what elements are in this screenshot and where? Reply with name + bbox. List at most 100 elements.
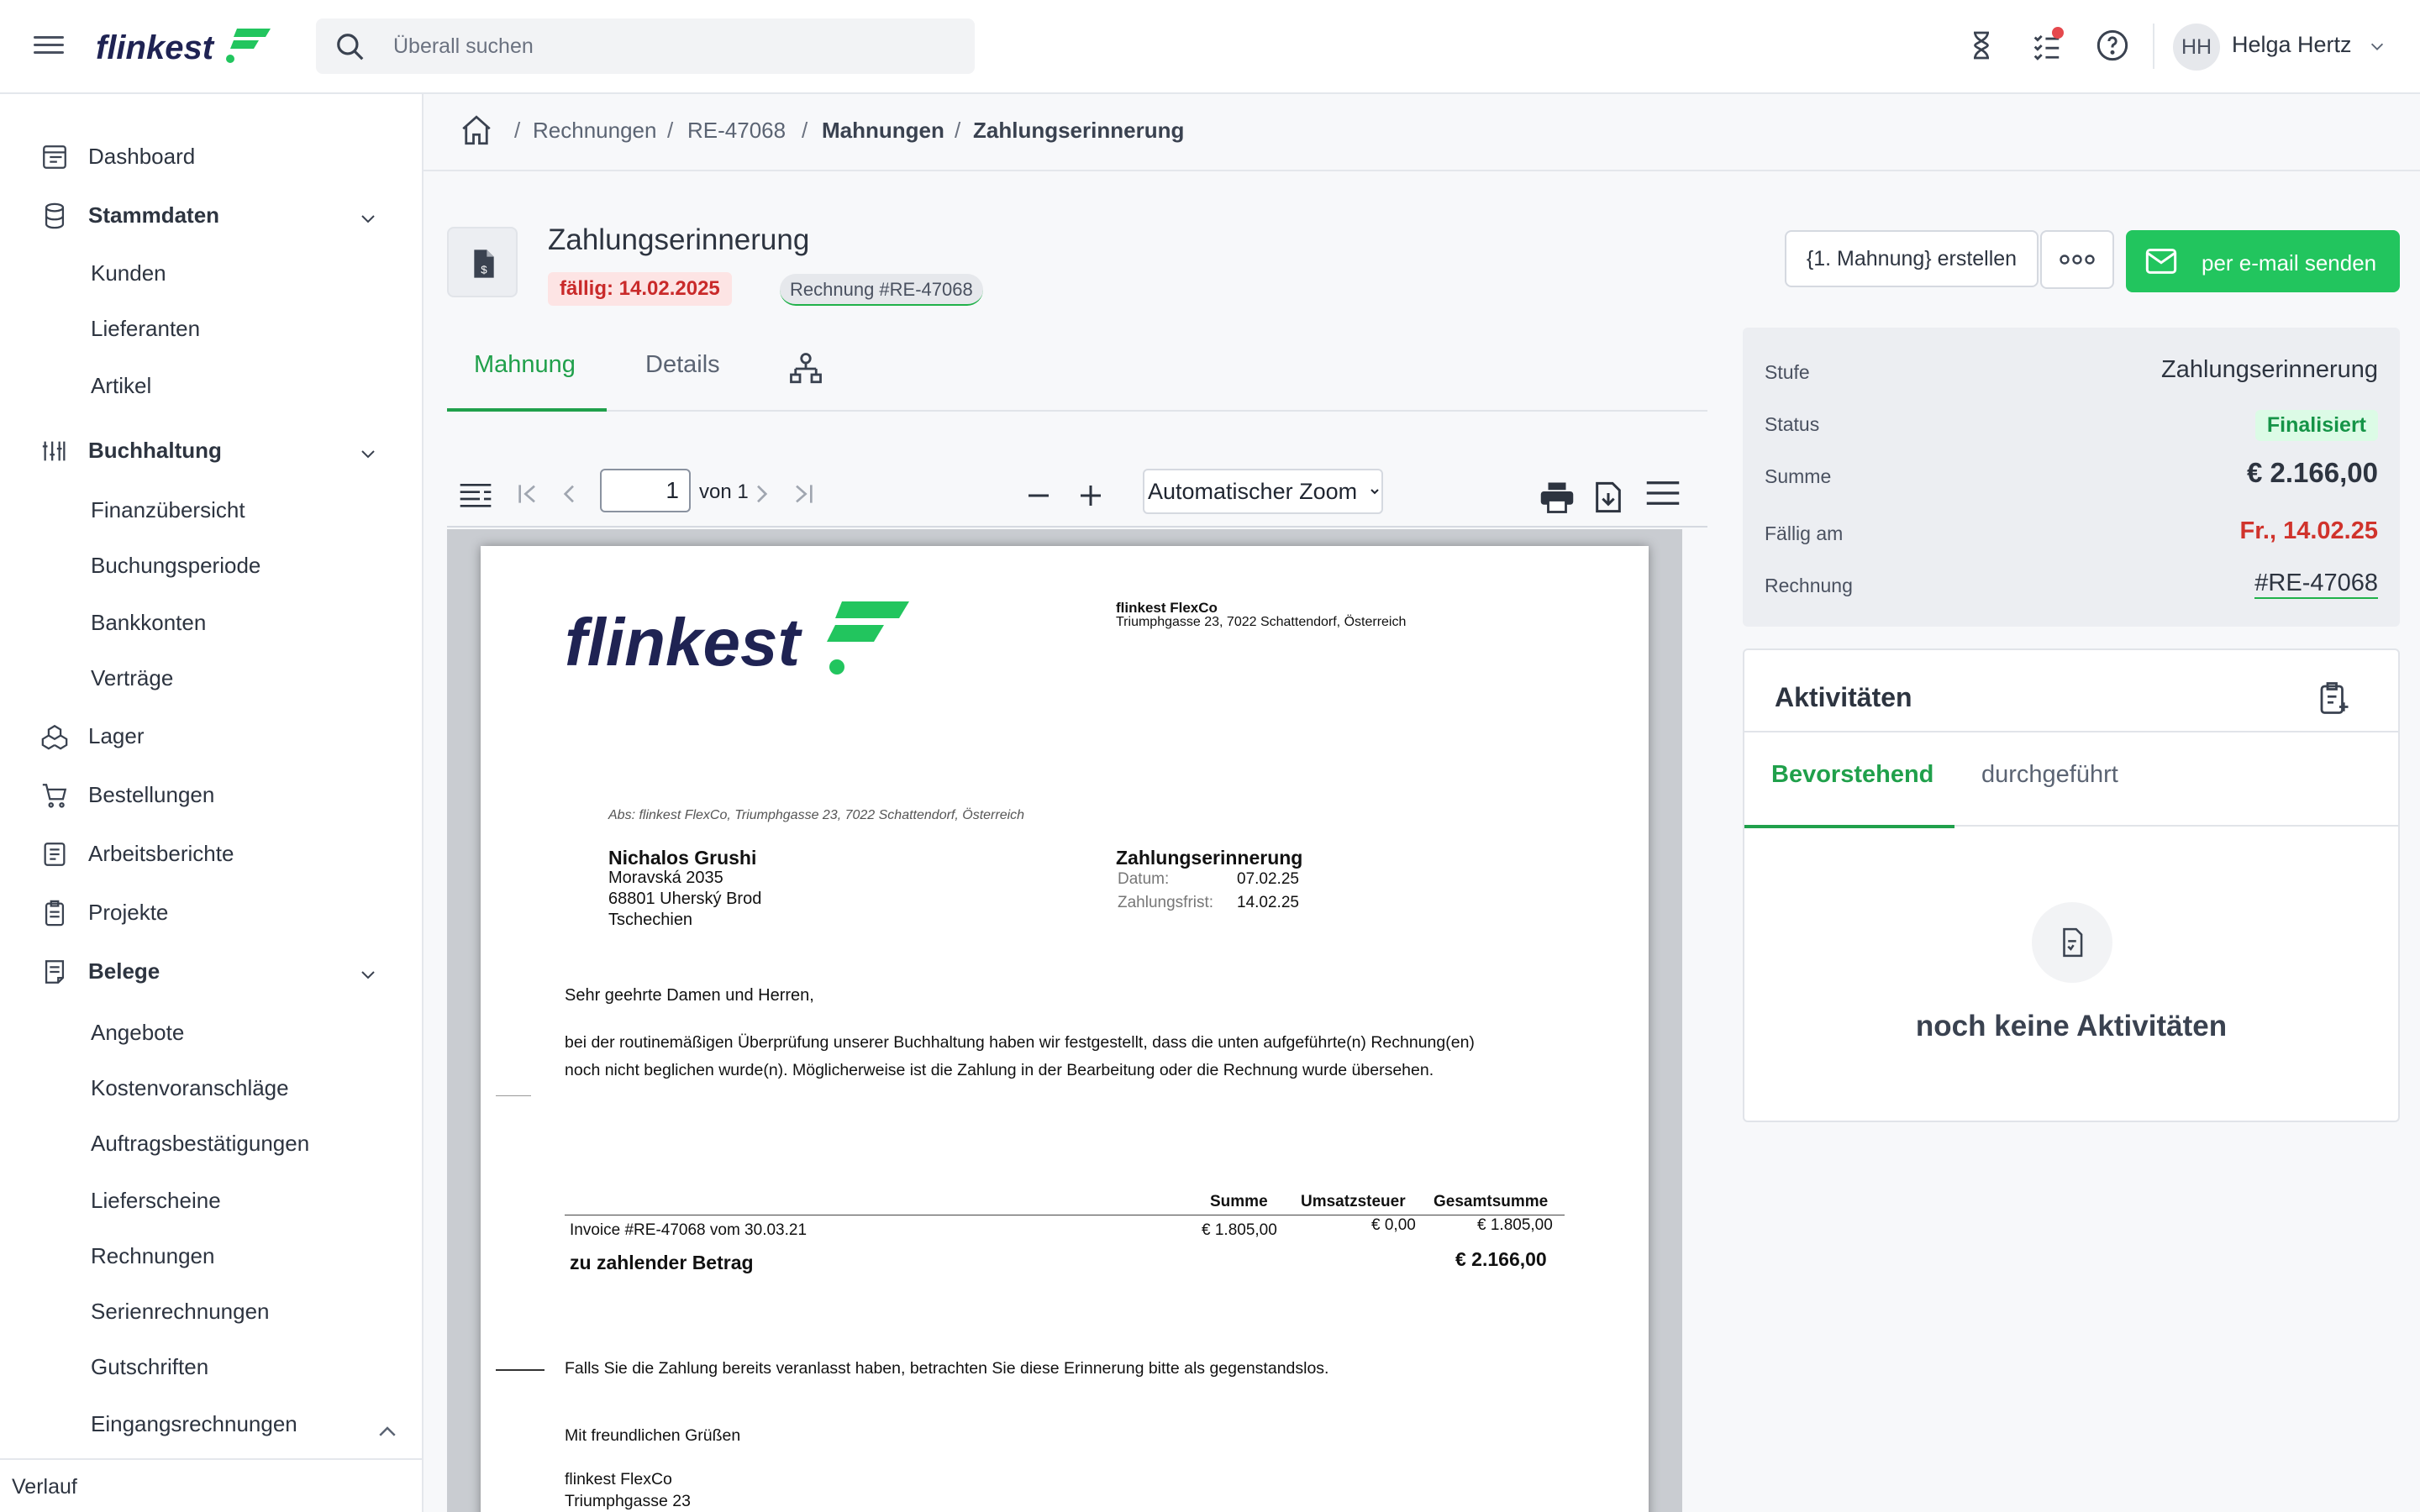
sidebar-item-serienrechnungen[interactable]: Serienrechnungen xyxy=(0,1287,422,1334)
sidebar-item-rechnungen[interactable]: Rechnungen xyxy=(0,1231,422,1278)
print-icon[interactable] xyxy=(1539,480,1575,514)
help-icon[interactable] xyxy=(2092,25,2133,66)
tab-durchgefuehrt[interactable]: durchgeführt xyxy=(1981,761,2118,789)
more-options-button[interactable] xyxy=(2040,230,2114,289)
page-count: von 1 xyxy=(699,480,749,503)
receipt-icon xyxy=(45,960,65,984)
download-icon[interactable] xyxy=(1593,480,1623,514)
sidebar-item-lieferanten[interactable]: Lieferanten xyxy=(0,304,422,351)
hourglass-icon[interactable] xyxy=(1961,25,2002,66)
previous-page-icon[interactable] xyxy=(556,480,583,507)
flinkest-logo[interactable]: flinkest xyxy=(94,22,279,72)
tasks-icon[interactable] xyxy=(2027,25,2067,66)
sidebar-item-label: Auftragsbestätigungen xyxy=(91,1131,310,1156)
sidebar: Dashboard Stammdaten Kunden Lieferanten … xyxy=(0,94,424,1512)
chevron-up-icon[interactable] xyxy=(375,1420,400,1445)
sliders-icon xyxy=(42,441,66,461)
sidebar-item-stammdaten[interactable]: Stammdaten xyxy=(0,190,422,240)
sidebar-item-vertraege[interactable]: Verträge xyxy=(0,654,422,701)
clipboard-icon xyxy=(45,900,65,927)
search-bar[interactable] xyxy=(316,18,975,74)
sidebar-item-artikel[interactable]: Artikel xyxy=(0,361,422,408)
home-icon[interactable] xyxy=(459,113,494,148)
summary-row-status: Status Finalisiert xyxy=(1743,398,2400,450)
sidebar-item-buchungsperiode[interactable]: Buchungsperiode xyxy=(0,541,422,588)
breadcrumb-rechnungen[interactable]: Rechnungen xyxy=(533,118,656,144)
pdf-viewer[interactable]: flinkest flinkest FlexCo Triumphgasse 23… xyxy=(447,529,1682,1512)
chevron-down-icon[interactable] xyxy=(358,964,378,984)
chevron-down-icon[interactable] xyxy=(358,444,378,464)
menu-icon[interactable] xyxy=(34,32,64,62)
summary-row-rechnung: Rechnung #RE-47068 xyxy=(1743,559,2400,612)
cart-icon xyxy=(42,784,67,808)
sidebar-item-label: Artikel xyxy=(91,373,152,398)
breadcrumb-separator: / xyxy=(667,118,674,143)
send-email-button[interactable]: per e-mail senden xyxy=(2126,230,2400,292)
sidebar-item-label: Eingangsrechnungen xyxy=(91,1411,297,1436)
sidebar-item-arbeitsberichte[interactable]: Arbeitsberichte xyxy=(0,828,422,879)
sidebar-item-lager[interactable]: Lager xyxy=(0,711,422,761)
breadcrumb-current: Zahlungserinnerung xyxy=(973,118,1185,143)
table-row-sum: € 1.805,00 xyxy=(1202,1221,1277,1239)
sidebar-item-auftragsbestaetigungen[interactable]: Auftragsbestätigungen xyxy=(0,1119,422,1166)
sidebar-item-finanzuebersicht[interactable]: Finanzübersicht xyxy=(0,486,422,533)
report-icon xyxy=(44,843,66,866)
notification-dot xyxy=(2052,27,2064,39)
sidebar-item-kunden[interactable]: Kunden xyxy=(0,249,422,296)
date-value: 07.02.25 xyxy=(1237,870,1299,888)
sidebar-item-label: Rechnungen xyxy=(91,1243,215,1268)
tab-mahnung[interactable]: Mahnung xyxy=(474,351,576,379)
company-address: Triumphgasse 23, 7022 Schattendorf, Öste… xyxy=(1116,615,1407,629)
chevron-down-icon[interactable] xyxy=(2368,37,2386,55)
history-toggle[interactable]: Verlauf xyxy=(0,1458,422,1512)
tools-menu-icon[interactable] xyxy=(1645,479,1681,507)
sidebar-item-label: Lager xyxy=(88,722,145,748)
sidebar-item-label: Buchungsperiode xyxy=(91,553,261,578)
chevron-down-icon[interactable] xyxy=(358,208,378,228)
sidebar-item-bestellungen[interactable]: Bestellungen xyxy=(0,769,422,820)
svg-text:flinkest: flinkest xyxy=(96,29,215,66)
next-page-icon[interactable] xyxy=(748,480,775,507)
sidebar-item-projekte[interactable]: Projekte xyxy=(0,887,422,937)
tab-bevorstehend[interactable]: Bevorstehend xyxy=(1771,761,1933,789)
sidebar-item-label: Arbeitsberichte xyxy=(88,840,234,866)
sidebar-item-bankkonten[interactable]: Bankkonten xyxy=(0,598,422,645)
greeting: Sehr geehrte Damen und Herren, xyxy=(565,986,814,1005)
page-number-input[interactable] xyxy=(600,469,691,512)
sidebar-item-angebote[interactable]: Angebote xyxy=(0,1008,422,1055)
breadcrumb-invoice[interactable]: RE-47068 xyxy=(687,118,786,144)
company-name: flinkest FlexCo xyxy=(1116,600,1218,616)
document-title: Zahlungserinnerung xyxy=(1116,847,1303,869)
invoice-link[interactable]: #RE-47068 xyxy=(2254,570,2378,599)
sidebar-item-gutschriften[interactable]: Gutschriften xyxy=(0,1342,422,1389)
first-page-icon[interactable] xyxy=(514,480,541,507)
sidebar-item-label: Verträge xyxy=(91,665,174,690)
sidebar-item-belege[interactable]: Belege xyxy=(0,946,422,996)
activities-title: Aktivitäten xyxy=(1775,682,1912,712)
zoom-in-icon[interactable] xyxy=(1076,480,1106,511)
search-input[interactable] xyxy=(393,18,948,74)
breadcrumb-mahnungen[interactable]: Mahnungen xyxy=(822,118,944,144)
divider xyxy=(2153,24,2154,69)
sidebar-item-label: Kunden xyxy=(91,260,166,286)
avatar[interactable]: HH xyxy=(2173,24,2220,71)
hierarchy-icon[interactable] xyxy=(788,351,823,386)
tab-details[interactable]: Details xyxy=(645,351,720,379)
sidebar-item-lieferscheine[interactable]: Lieferscheine xyxy=(0,1176,422,1223)
sidebar-item-eingangsrechnungen[interactable]: Eingangsrechnungen xyxy=(0,1399,422,1446)
sidebar-item-dashboard[interactable]: Dashboard xyxy=(0,131,422,181)
summary-row-summe: Summe € 2.166,00 xyxy=(1743,450,2400,502)
last-page-icon[interactable] xyxy=(790,480,817,507)
invoice-badge[interactable]: Rechnung #RE-47068 xyxy=(780,274,983,306)
sidebar-toggle-icon[interactable] xyxy=(459,482,492,507)
sidebar-item-kostenvoranschlaege[interactable]: Kostenvoranschläge xyxy=(0,1063,422,1110)
zoom-select[interactable]: Automatischer Zoom xyxy=(1143,469,1383,514)
user-name[interactable]: Helga Hertz xyxy=(2232,32,2352,58)
sidebar-item-label: Kostenvoranschläge xyxy=(91,1075,289,1100)
create-reminder-button[interactable]: {1. Mahnung} erstellen xyxy=(1785,230,2039,287)
fold-mark xyxy=(496,1369,544,1371)
sidebar-item-buchhaltung[interactable]: Buchhaltung xyxy=(0,425,422,475)
add-task-icon[interactable] xyxy=(2316,679,2351,717)
zoom-out-icon[interactable] xyxy=(1023,480,1054,511)
fold-mark xyxy=(496,1095,531,1096)
